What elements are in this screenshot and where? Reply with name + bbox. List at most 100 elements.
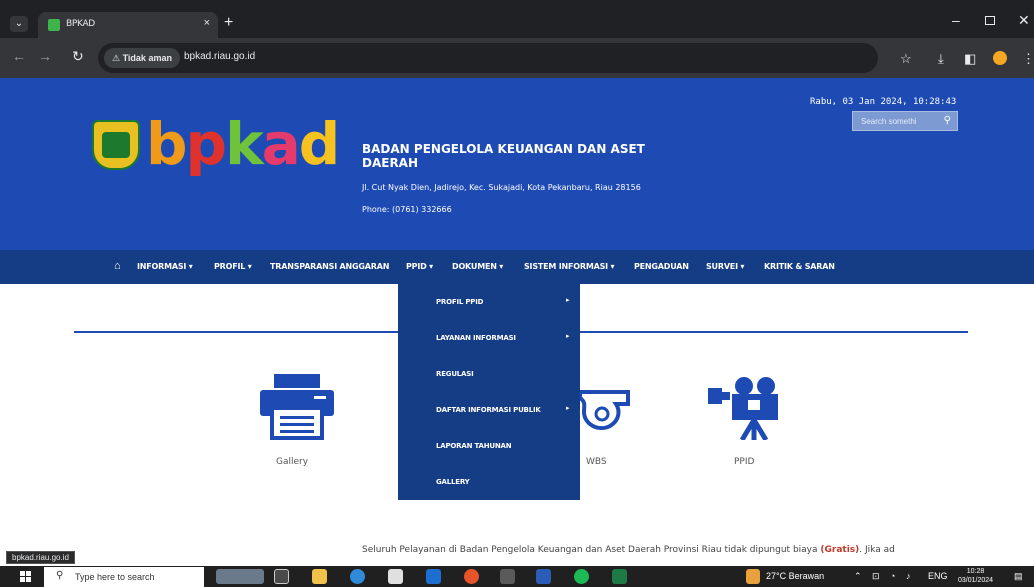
logo-letter: b <box>146 110 188 178</box>
url-text[interactable]: bpkad.riau.go.id <box>184 51 255 62</box>
side-panel-icon[interactable]: ◧ <box>964 51 976 67</box>
new-tab-icon[interactable]: + <box>224 14 233 32</box>
site-header: bpkad BADAN PENGELOLA KEUANGAN DAN ASET … <box>0 78 1034 250</box>
status-bar-url: bpkad.riau.go.id <box>6 551 75 564</box>
browser-tab[interactable]: BPKAD × <box>38 12 218 38</box>
dropdown-item-gallery[interactable]: GALLERY <box>398 464 580 500</box>
nav-item-kritik-saran[interactable]: KRITIK & SARAN <box>764 262 835 271</box>
task-view-icon[interactable] <box>274 569 289 584</box>
wbs-label[interactable]: WBS <box>586 457 607 467</box>
notice-highlight: (Gratis) <box>820 545 860 555</box>
browser-toolbar: ← → ↻ ⚠ Tidak aman bpkad.riau.go.id ☆ ⤓ … <box>0 38 1034 78</box>
nav-item-ppid[interactable]: PPID ▾ <box>406 262 433 271</box>
tab-close-icon[interactable]: × <box>204 17 210 29</box>
dropdown-item-daftar-informasi-publik[interactable]: DAFTAR INFORMASI PUBLIK ▸ <box>398 392 580 428</box>
home-icon[interactable]: ⌂ <box>114 260 121 272</box>
edge-browser-icon[interactable] <box>350 569 365 584</box>
restore-icon[interactable] <box>985 16 995 25</box>
logo-letter: d <box>298 110 341 178</box>
nav-item-transparansi-anggaran[interactable]: TRANSPARANSI ANGGARAN <box>270 262 389 271</box>
weather-icon[interactable] <box>746 569 760 584</box>
search-highlight-icon[interactable] <box>216 569 264 584</box>
clock-date: 03/01/2024 <box>958 577 994 584</box>
ppid-dropdown-menu: PROFIL PPID ▸ LAYANAN INFORMASI ▸ REGULA… <box>398 284 580 500</box>
org-address: Jl. Cut Nyak Dien, Jadirejo, Kec. Sukaja… <box>362 183 641 192</box>
profile-avatar[interactable] <box>993 51 1007 65</box>
dropdown-item-label: LAYANAN INFORMASI <box>436 334 516 342</box>
back-icon[interactable]: ← <box>12 48 26 64</box>
logo-letter: a <box>261 110 301 178</box>
dropdown-item-regulasi[interactable]: REGULASI <box>398 356 580 392</box>
taskbar-search-box[interactable]: ⚲ Type here to search <box>44 567 204 587</box>
volume-icon[interactable]: ♪ <box>906 571 911 581</box>
taskbar-search-placeholder: Type here to search <box>75 572 155 582</box>
nav-item-pengaduan[interactable]: PENGADUAN <box>634 262 689 271</box>
menu-kebab-icon[interactable]: ⋮ <box>1022 51 1034 67</box>
taskbar-clock[interactable]: 10:28 03/01/2024 <box>958 567 993 585</box>
word-icon[interactable] <box>536 569 551 584</box>
search-icon[interactable]: ⚲ <box>944 115 951 126</box>
dropdown-item-label: GALLERY <box>436 478 470 486</box>
notification-icon[interactable]: ▤ <box>1014 571 1023 582</box>
file-explorer-icon[interactable] <box>312 569 327 584</box>
nav-item-survei[interactable]: SURVEI ▾ <box>706 262 744 271</box>
org-phone: Phone: (0761) 332666 <box>362 205 452 214</box>
security-chip[interactable]: ⚠ Tidak aman <box>104 48 180 68</box>
current-datetime: Rabu, 03 Jan 2024, 10:28:43 <box>810 97 957 107</box>
bpkad-logo[interactable]: bpkad <box>146 110 341 178</box>
main-navigation: ⌂ INFORMASI ▾ PROFIL ▾ TRANSPARANSI ANGG… <box>0 250 1034 284</box>
logo-letter: p <box>185 110 228 178</box>
search-icon: ⚲ <box>56 570 64 581</box>
riau-emblem-logo[interactable] <box>92 120 140 170</box>
forward-icon[interactable]: → <box>38 48 52 64</box>
minimize-icon[interactable]: – <box>952 12 960 28</box>
nav-item-informasi[interactable]: INFORMASI ▾ <box>137 262 193 271</box>
weather-text[interactable]: 27°C Berawan <box>766 571 824 581</box>
notice-text: Seluruh Pelayanan di Badan Pengelola Keu… <box>362 545 821 555</box>
dropdown-item-layanan-informasi[interactable]: LAYANAN INFORMASI ▸ <box>398 320 580 356</box>
submenu-arrow-icon: ▸ <box>566 405 570 412</box>
submenu-arrow-icon: ▸ <box>566 333 570 340</box>
nav-item-sistem-informasi[interactable]: SISTEM INFORMASI ▾ <box>524 262 615 271</box>
logo-letter: k <box>225 110 264 178</box>
gallery-icon[interactable] <box>258 372 336 440</box>
close-window-icon[interactable]: ✕ <box>1018 12 1030 29</box>
service-notice: Seluruh Pelayanan di Badan Pengelola Keu… <box>362 545 895 555</box>
org-title: BADAN PENGELOLA KEUANGAN DAN ASET DAERAH <box>362 142 645 170</box>
warning-icon: ⚠ <box>112 53 121 63</box>
tray-chevron-icon[interactable]: ⌃ <box>854 571 862 582</box>
security-label: Tidak aman <box>122 53 172 63</box>
emblem-inner <box>102 132 130 158</box>
dropdown-item-label: PROFIL PPID <box>436 298 484 306</box>
tab-search-icon[interactable]: ⌄ <box>10 16 28 32</box>
spotify-icon[interactable] <box>574 569 589 584</box>
excel-icon[interactable] <box>612 569 627 584</box>
gallery-label[interactable]: Gallery <box>276 457 308 467</box>
ppid-label[interactable]: PPID <box>734 457 754 467</box>
reload-icon[interactable]: ↻ <box>72 48 84 65</box>
mail-icon[interactable] <box>426 569 441 584</box>
screen: ⌄ BPKAD × + – ✕ ← → ↻ ⚠ Tidak aman bpkad… <box>0 0 1034 587</box>
site-search-input[interactable]: Search somethi ⚲ <box>852 111 958 131</box>
chrome-icon[interactable] <box>500 569 515 584</box>
nav-item-profil[interactable]: PROFIL ▾ <box>214 262 252 271</box>
whistle-icon[interactable] <box>576 378 632 434</box>
store-icon[interactable] <box>388 569 403 584</box>
dropdown-item-laporan-tahunan[interactable]: LAPORAN TAHUNAN <box>398 428 580 464</box>
submenu-arrow-icon: ▸ <box>566 297 570 304</box>
browser-tabstrip: ⌄ BPKAD × + – ✕ <box>0 0 1034 38</box>
notice-tail: . Jika ad <box>859 545 895 555</box>
dropdown-item-profil-ppid[interactable]: PROFIL PPID ▸ <box>398 284 580 320</box>
dropdown-item-label: LAPORAN TAHUNAN <box>436 442 512 450</box>
bookmark-star-icon[interactable]: ☆ <box>900 51 912 67</box>
network-icon[interactable]: ⊡ <box>872 571 880 582</box>
address-bar[interactable]: ⚠ Tidak aman bpkad.riau.go.id <box>98 43 878 73</box>
favicon-icon <box>48 19 60 31</box>
firefox-icon[interactable] <box>464 569 479 584</box>
wifi-icon[interactable]: ◔ <box>890 571 895 581</box>
language-indicator[interactable]: ENG <box>928 571 948 581</box>
nav-item-dokumen[interactable]: DOKUMEN ▾ <box>452 262 503 271</box>
video-camera-icon[interactable] <box>706 376 782 440</box>
windows-start-icon[interactable] <box>20 571 31 582</box>
download-icon[interactable]: ⤓ <box>938 51 944 67</box>
